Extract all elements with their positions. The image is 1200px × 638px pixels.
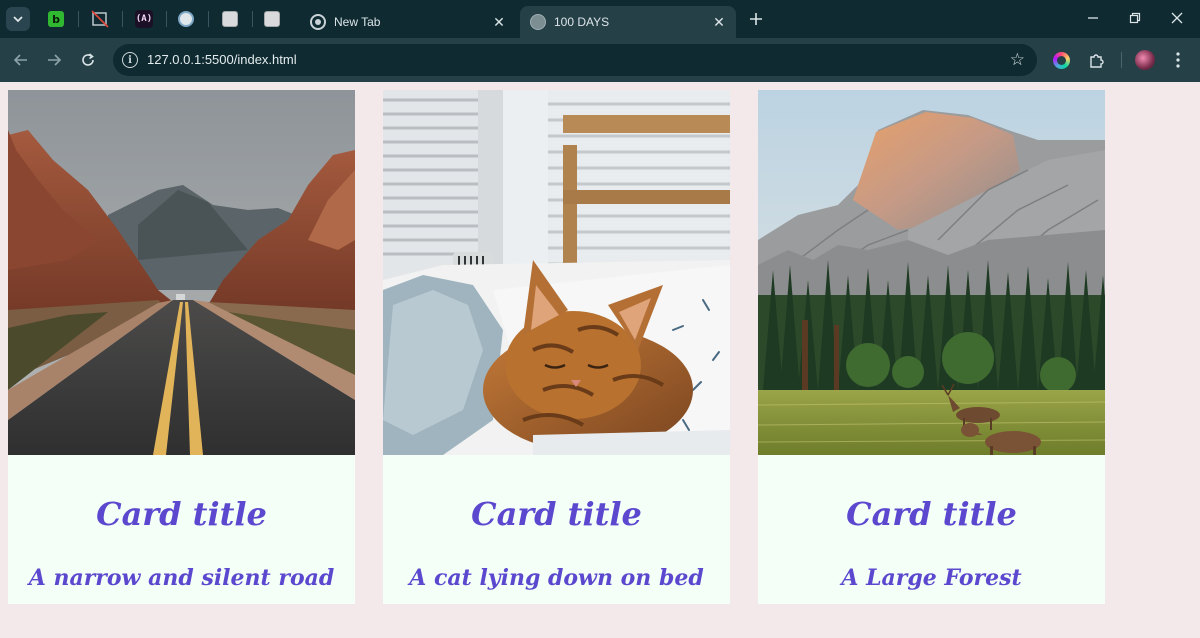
tab-separator bbox=[166, 11, 167, 27]
card-title: Card title bbox=[471, 495, 642, 533]
tab-strip: b (A) New Tab ✕ 100 DAYS ✕ bbox=[0, 0, 1200, 38]
card-text: A cat lying down on bed bbox=[409, 565, 704, 591]
plus-icon bbox=[750, 13, 762, 25]
new-tab-button[interactable] bbox=[745, 8, 767, 30]
card-image-cat bbox=[383, 90, 730, 455]
card-text: A Large Forest bbox=[841, 565, 1022, 591]
profile-button[interactable] bbox=[1135, 50, 1155, 70]
road-image bbox=[8, 90, 355, 455]
url-text[interactable]: 127.0.0.1:5500/index.html bbox=[147, 52, 297, 67]
restore-button[interactable] bbox=[1121, 6, 1149, 30]
back-button[interactable] bbox=[9, 48, 33, 72]
pinned-tab-site[interactable] bbox=[220, 9, 240, 29]
forward-button[interactable] bbox=[42, 48, 66, 72]
angular-icon: (A) bbox=[135, 10, 153, 28]
card-image-road bbox=[8, 90, 355, 455]
card-road: Card title A narrow and silent road bbox=[8, 90, 355, 604]
tab-separator bbox=[208, 11, 209, 27]
close-icon[interactable]: ✕ bbox=[710, 13, 728, 31]
restore-icon bbox=[1129, 12, 1141, 24]
card-title: Card title bbox=[96, 495, 267, 533]
pinned-tab-site[interactable] bbox=[262, 9, 282, 29]
address-bar[interactable]: i 127.0.0.1:5500/index.html ☆ bbox=[113, 44, 1037, 76]
pinned-tab-cube[interactable] bbox=[176, 9, 196, 29]
site-info-icon[interactable]: i bbox=[122, 52, 138, 68]
cat-image bbox=[383, 90, 730, 455]
tab-new-tab[interactable]: New Tab ✕ bbox=[300, 6, 516, 38]
close-icon bbox=[1171, 12, 1183, 24]
reload-icon bbox=[82, 53, 94, 66]
window-close-button[interactable] bbox=[1163, 6, 1191, 30]
card-title: Card title bbox=[846, 495, 1017, 533]
tab-title: 100 DAYS bbox=[554, 15, 610, 29]
b-icon: b bbox=[48, 11, 64, 27]
site-icon bbox=[222, 11, 238, 27]
site-icon bbox=[264, 11, 280, 27]
arrow-right-icon bbox=[48, 54, 62, 66]
extension-button[interactable] bbox=[1051, 50, 1071, 70]
tab-separator bbox=[78, 11, 79, 27]
no-image-icon bbox=[91, 10, 109, 28]
reload-button[interactable] bbox=[76, 48, 100, 72]
arrow-left-icon bbox=[13, 54, 27, 66]
pinned-tab-no-image[interactable] bbox=[90, 9, 110, 29]
tab-100-days[interactable]: 100 DAYS ✕ bbox=[520, 6, 736, 38]
close-icon[interactable]: ✕ bbox=[490, 13, 508, 31]
color-ring-icon bbox=[1052, 51, 1070, 69]
tab-search-button[interactable] bbox=[6, 7, 30, 31]
card-cat: Card title A cat lying down on bed bbox=[383, 90, 730, 604]
card-image-forest bbox=[758, 90, 1105, 455]
card-text: A narrow and silent road bbox=[28, 565, 335, 591]
page-content: Card title A narrow and silent road Card… bbox=[0, 82, 1200, 638]
tab-title: New Tab bbox=[334, 15, 381, 29]
minimize-button[interactable] bbox=[1079, 6, 1107, 30]
forest-image bbox=[758, 90, 1105, 455]
chrome-icon bbox=[310, 14, 326, 30]
extensions-button[interactable] bbox=[1086, 50, 1106, 70]
kebab-menu-icon bbox=[1176, 52, 1180, 68]
toolbar-separator bbox=[1121, 52, 1122, 68]
minimize-icon bbox=[1088, 17, 1098, 19]
bookmark-star-icon[interactable]: ☆ bbox=[1010, 50, 1025, 70]
tab-separator bbox=[252, 11, 253, 27]
tab-separator bbox=[122, 11, 123, 27]
browser-toolbar: i 127.0.0.1:5500/index.html ☆ bbox=[0, 38, 1200, 82]
globe-icon bbox=[530, 14, 546, 30]
pinned-tab-angular[interactable]: (A) bbox=[134, 9, 154, 29]
card-forest: Card title A Large Forest bbox=[758, 90, 1105, 604]
menu-button[interactable] bbox=[1168, 50, 1188, 70]
puzzle-icon bbox=[1089, 53, 1104, 68]
cube-icon bbox=[178, 11, 194, 27]
avatar bbox=[1135, 50, 1155, 70]
chevron-down-icon bbox=[13, 16, 23, 23]
pinned-tab-b[interactable]: b bbox=[46, 9, 66, 29]
